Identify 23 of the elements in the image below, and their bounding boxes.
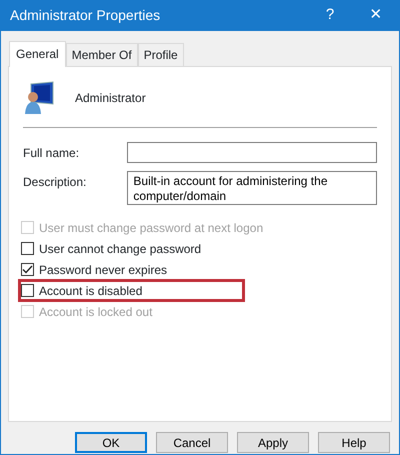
window-title: Administrator Properties [10,6,162,25]
dialog-button[interactable]: OK [75,432,147,453]
checkbox-label: Account is locked out [39,304,152,320]
tab[interactable]: General [9,41,66,67]
field-label: Description: [23,174,88,191]
tab[interactable]: Member Of [66,43,138,66]
dialog-button[interactable]: Apply [237,432,309,453]
text-field[interactable] [127,142,377,163]
tab[interactable]: Profile [138,43,184,66]
description-field[interactable]: Built-in account for administering the computer/domain [127,171,377,205]
close-button[interactable]: ✕ [353,4,399,27]
checkbox[interactable] [21,263,34,276]
dialog-button[interactable]: Cancel [156,432,228,453]
user-name: Administrator [75,90,146,107]
checkbox-label: Password never expires [39,262,168,278]
checkbox[interactable] [21,242,34,255]
checkbox-label: User cannot change password [39,240,202,258]
checkbox-label: Account is disabled [39,282,142,300]
dialog-button[interactable]: Help [318,432,390,453]
checkbox[interactable] [21,284,34,297]
field-label: Full name: [23,145,80,162]
checkbox-label: User must change password at next logon [39,220,264,236]
help-button[interactable]: ? [307,4,353,27]
